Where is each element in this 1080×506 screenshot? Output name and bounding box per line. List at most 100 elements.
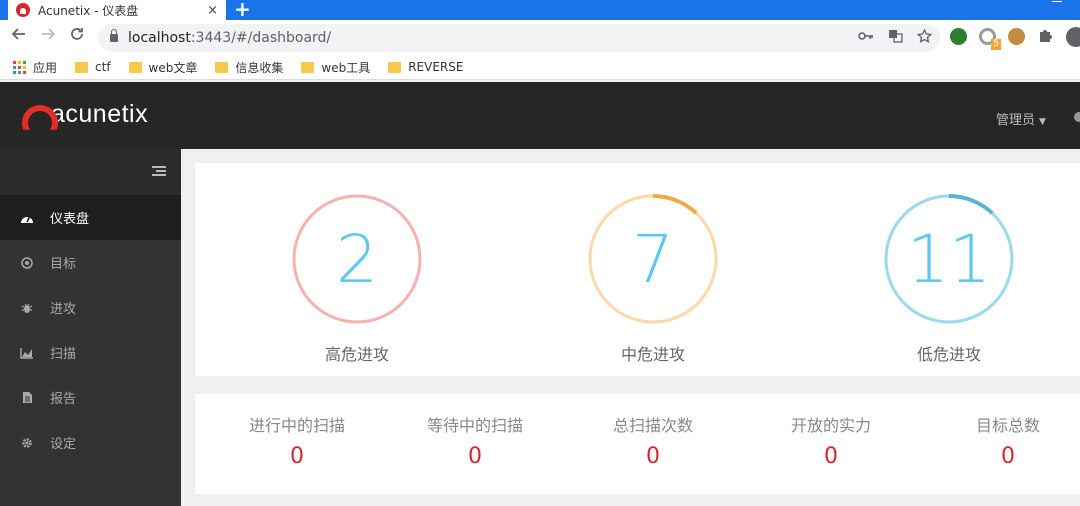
- sidebar: 仪表盘 目标 进攻 扫描 报告 设定: [0, 149, 181, 506]
- key-icon[interactable]: [858, 29, 874, 47]
- sidebar-item-dashboard[interactable]: 仪表盘: [0, 195, 181, 240]
- stat-label: 等待中的扫描: [426, 416, 523, 435]
- admin-label: 管理员: [996, 113, 1036, 128]
- bookmark-folder-ctf[interactable]: ctf: [75, 60, 111, 74]
- medium-label: 中危进攻: [620, 345, 685, 364]
- sidebar-item-label: 扫描: [50, 347, 77, 362]
- stat-value: 0: [1001, 444, 1015, 469]
- stat-label: 目标总数: [975, 416, 1040, 435]
- sidebar-item-vulnerabilities[interactable]: 进攻: [0, 285, 181, 330]
- bookmark-label: 应用: [33, 60, 58, 75]
- dashboard-icon: [20, 211, 34, 225]
- gauge-medium[interactable]: 7: [587, 193, 719, 325]
- stat-waiting-scans[interactable]: 等待中的扫描 0: [390, 412, 560, 469]
- sidebar-toggle[interactable]: [0, 149, 181, 195]
- stat-open-vulns[interactable]: 开放的实力 0: [746, 412, 916, 469]
- sidebar-item-reports[interactable]: 报告: [0, 375, 181, 420]
- folder-icon: [75, 61, 89, 73]
- reload-button[interactable]: [69, 26, 85, 47]
- bookmark-folder-web-tools[interactable]: web工具: [301, 59, 370, 76]
- app-header: acunetix 管理员 ▼: [0, 82, 1080, 149]
- sidebar-item-label: 仪表盘: [50, 212, 90, 227]
- lock-icon[interactable]: [110, 29, 118, 42]
- high-count: 2: [336, 220, 378, 298]
- folder-icon: [388, 61, 402, 73]
- bookmark-folder-reverse[interactable]: REVERSE: [388, 60, 463, 74]
- stat-value: 0: [824, 444, 838, 469]
- low-label: 低危进攻: [916, 345, 981, 364]
- folder-icon: [215, 61, 229, 73]
- bookmark-label: REVERSE: [408, 60, 464, 74]
- tab-title: Acunetix - 仪表盘: [38, 3, 139, 18]
- stat-label: 进行中的扫描: [248, 416, 345, 435]
- sidebar-item-label: 报告: [50, 392, 77, 407]
- bookmark-folder-info-gathering[interactable]: 信息收集: [215, 59, 283, 76]
- url-host: localhost: [128, 30, 191, 46]
- extension-tool-icon[interactable]: 5: [979, 28, 1001, 50]
- gauge-low[interactable]: 11: [883, 193, 1015, 325]
- bookmark-apps[interactable]: 应用: [13, 59, 57, 76]
- stat-total-targets[interactable]: 目标总数 0: [923, 412, 1080, 469]
- translate-icon[interactable]: [888, 29, 903, 47]
- sidebar-item-label: 目标: [50, 257, 77, 272]
- address-bar[interactable]: localhost:3443/#/dashboard/: [98, 24, 940, 52]
- window-minimize-icon[interactable]: [1052, 1, 1062, 2]
- sidebar-item-label: 设定: [50, 437, 77, 452]
- extension-globe-icon[interactable]: [950, 28, 967, 45]
- folder-icon: [128, 61, 142, 73]
- folder-icon: [301, 61, 315, 73]
- profile-avatar-icon[interactable]: [1066, 27, 1080, 47]
- reload-icon: [71, 28, 83, 40]
- browser-tab-strip: Acunetix - 仪表盘 × +: [0, 0, 1080, 21]
- bookmark-label: ctf: [95, 60, 111, 74]
- chart-icon: [20, 346, 34, 360]
- arrow-right-icon: [42, 28, 56, 40]
- stat-label: 总扫描次数: [612, 416, 693, 435]
- browser-toolbar: localhost:3443/#/dashboard/ 5: [0, 20, 1080, 55]
- collapse-menu-icon: [152, 166, 166, 176]
- acunetix-logo-icon: [22, 105, 46, 125]
- high-label: 高危进攻: [324, 345, 389, 364]
- stat-running-scans[interactable]: 进行中的扫描 0: [212, 412, 382, 469]
- bookmarks-bar: 应用 ctf web文章 信息收集 web工具 REVERSE: [0, 55, 1080, 80]
- stat-value: 0: [290, 444, 304, 469]
- gauge-high[interactable]: 2: [291, 193, 423, 325]
- arrow-left-icon: [11, 28, 25, 40]
- url-path: :3443/#/dashboard/: [190, 30, 332, 46]
- star-icon[interactable]: [916, 28, 933, 47]
- admin-menu[interactable]: 管理员 ▼: [996, 109, 1046, 128]
- low-count: 11: [907, 220, 991, 298]
- bookmark-folder-web-articles[interactable]: web文章: [128, 59, 197, 76]
- gear-icon: [20, 436, 34, 450]
- extension-badge: 5: [991, 39, 1001, 50]
- stat-label: 开放的实力: [790, 416, 871, 435]
- sidebar-item-settings[interactable]: 设定: [0, 420, 181, 465]
- new-tab-button[interactable]: +: [234, 0, 251, 21]
- back-button[interactable]: [11, 26, 27, 47]
- header-menu-icon[interactable]: [1074, 112, 1080, 122]
- bookmark-label: 信息收集: [235, 60, 284, 75]
- forward-button[interactable]: [40, 26, 56, 47]
- extension-cookie-icon[interactable]: [1008, 28, 1025, 45]
- acunetix-favicon-icon: [16, 3, 30, 17]
- sidebar-item-label: 进攻: [50, 302, 77, 317]
- logo-text: acunetix: [51, 100, 149, 128]
- browser-tab-acunetix[interactable]: Acunetix - 仪表盘 ×: [8, 0, 226, 20]
- stat-total-scans[interactable]: 总扫描次数 0: [568, 412, 738, 469]
- document-icon: [20, 391, 34, 405]
- medium-count: 7: [632, 220, 674, 298]
- target-icon: [20, 256, 34, 270]
- stat-value: 0: [646, 444, 660, 469]
- acunetix-logo[interactable]: acunetix: [22, 100, 148, 129]
- bug-icon: [20, 301, 34, 315]
- extensions-puzzle-icon[interactable]: [1037, 28, 1053, 48]
- bookmark-label: web工具: [321, 60, 371, 75]
- tab-close-icon[interactable]: ×: [207, 3, 218, 18]
- stat-value: 0: [468, 444, 482, 469]
- scan-stats-card: 进行中的扫描 0 等待中的扫描 0 总扫描次数 0 开放的实力 0 目标总数 0: [195, 394, 1080, 494]
- vulnerability-summary-card: 2 高危进攻 7 中危进攻 11 低危进攻: [195, 163, 1080, 376]
- sidebar-item-scans[interactable]: 扫描: [0, 330, 181, 375]
- sidebar-item-targets[interactable]: 目标: [0, 240, 181, 285]
- caret-down-icon: ▼: [1039, 117, 1046, 127]
- apps-grid-icon: [13, 60, 26, 74]
